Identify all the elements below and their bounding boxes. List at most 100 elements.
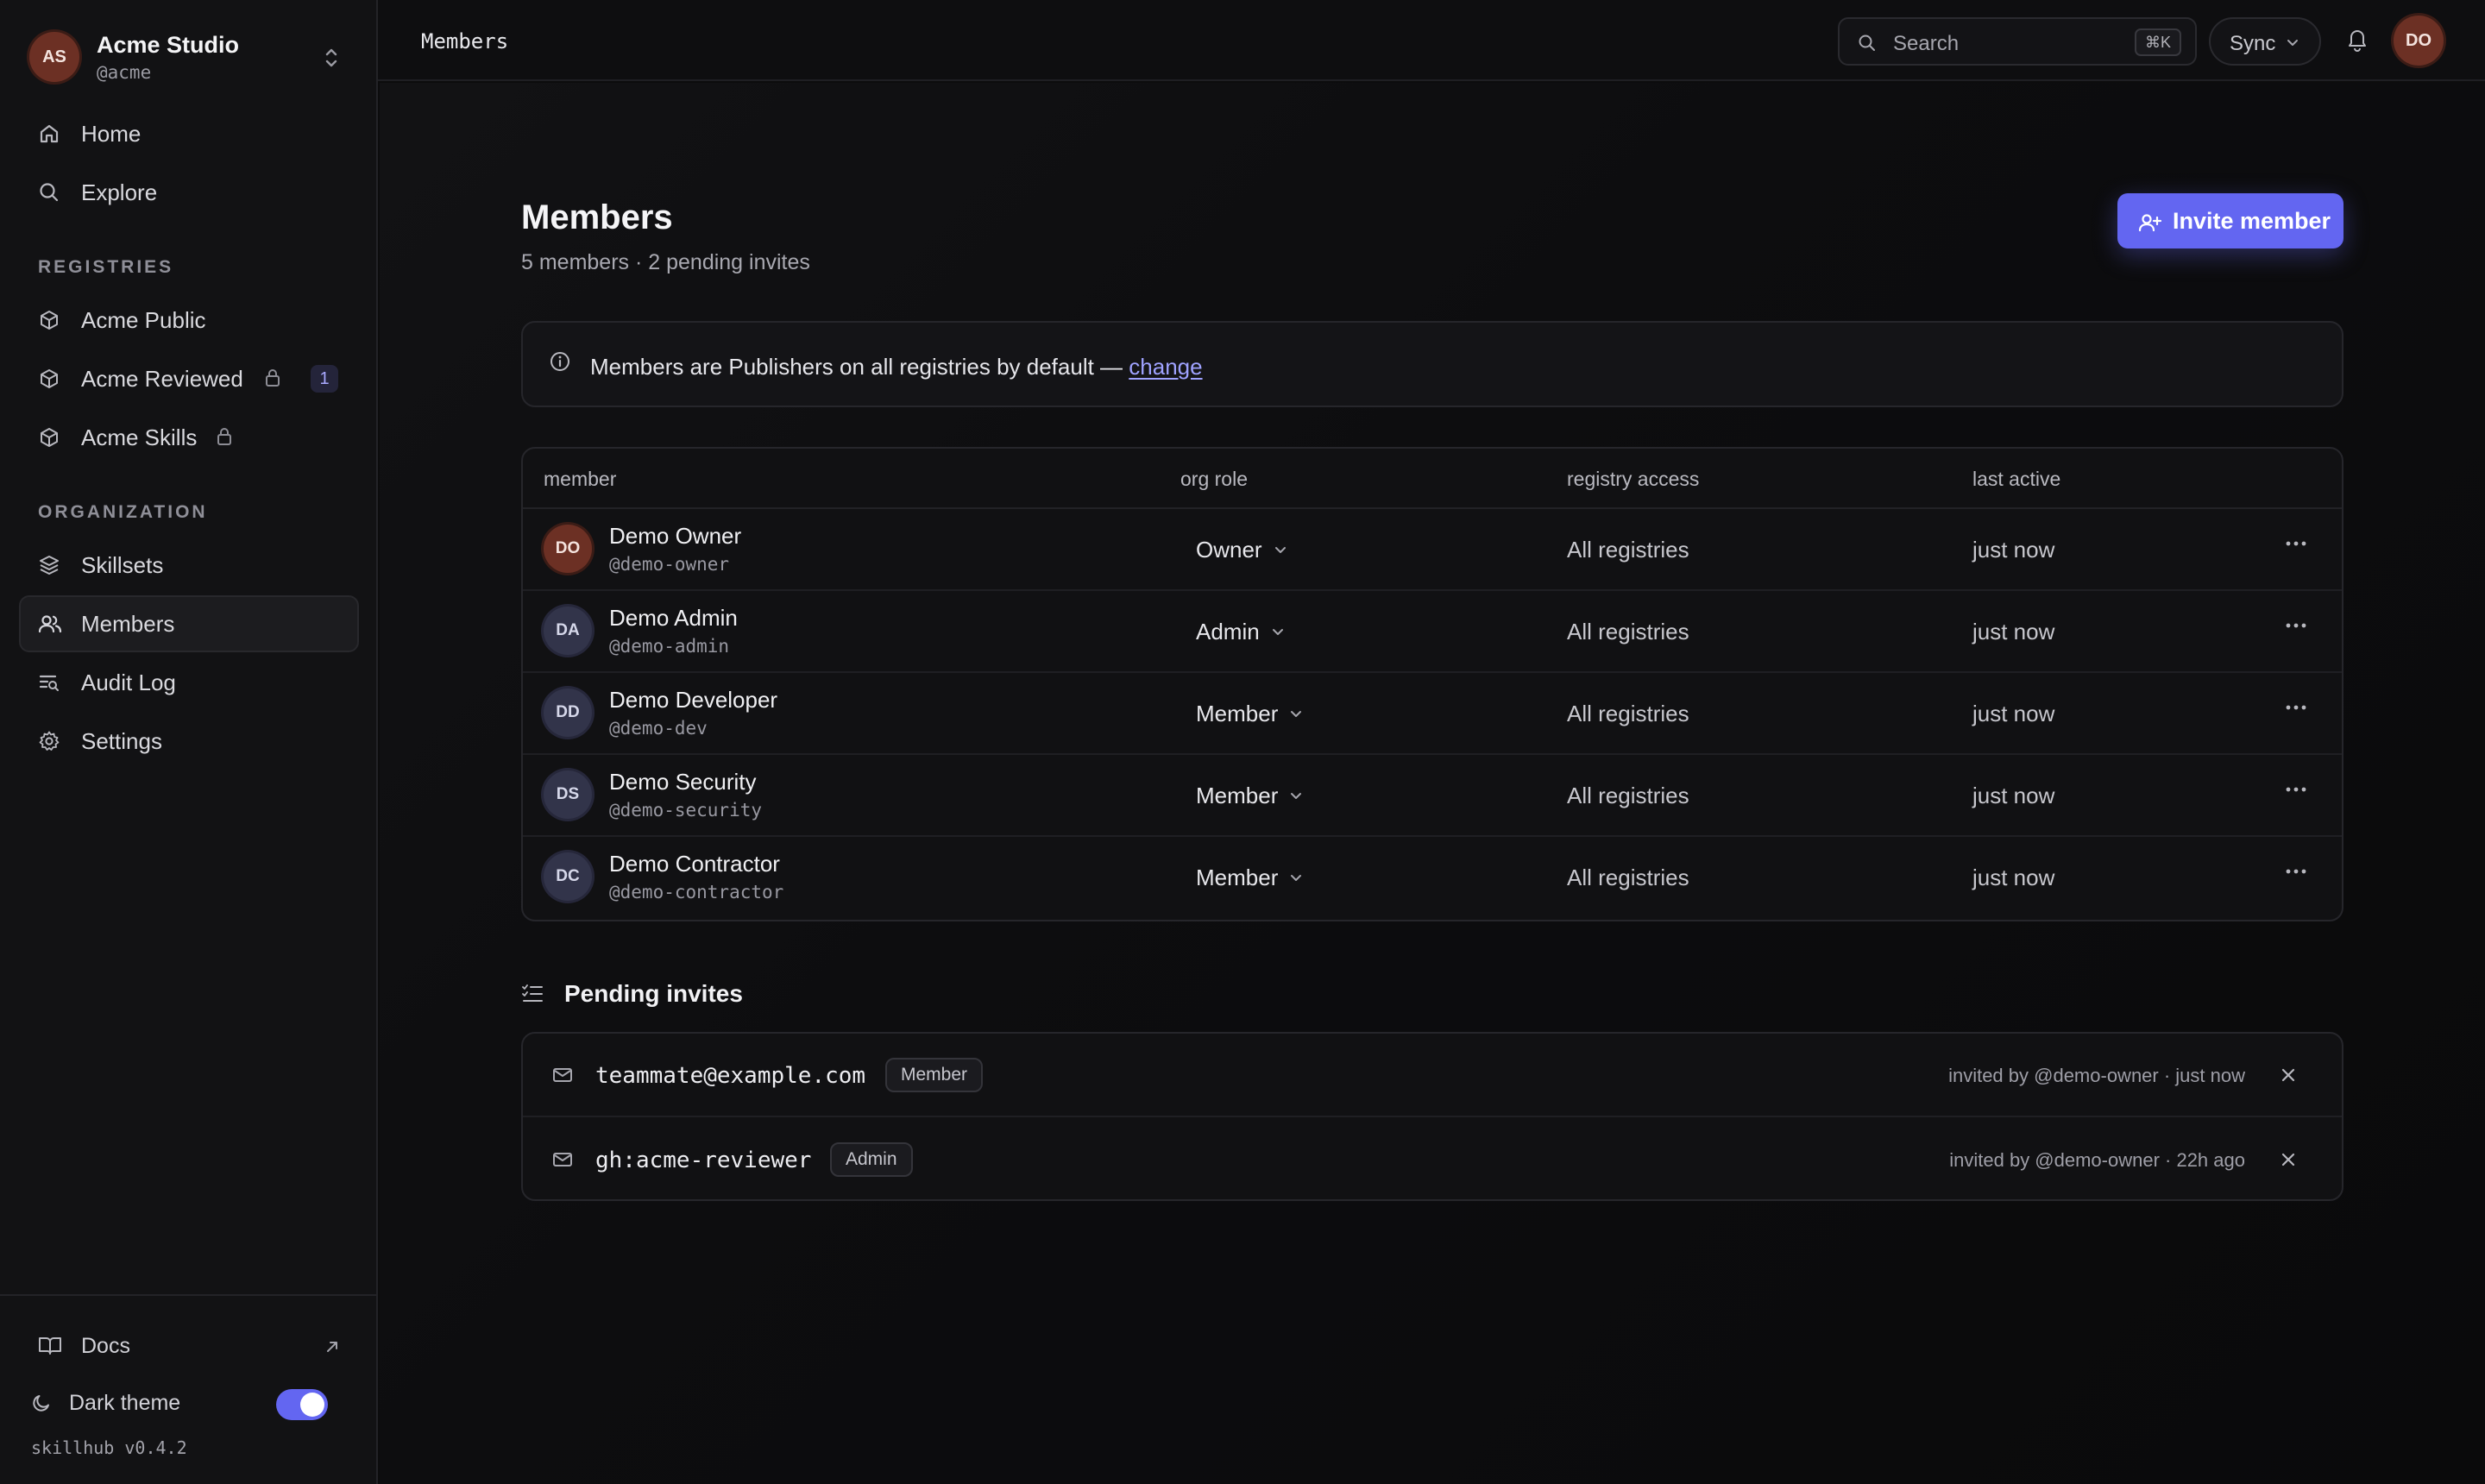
sidebar-item-label: Audit Log [81,669,176,695]
external-link-icon [324,1339,340,1355]
sidebar-item-home[interactable]: Home [19,105,359,162]
list-item: teammate@example.com Member invited by @… [523,1034,2342,1117]
more-actions-icon[interactable] [2285,704,2307,711]
sidebar-item-label: Settings [81,727,162,754]
sidebar-footer: Docs Dark theme skillhub v0.4.2 [0,1294,378,1484]
registry-access: All registries [1567,619,1689,645]
search-input[interactable]: Search ⌘K [1838,17,2197,66]
member-handle: @demo-owner [609,554,730,575]
role-select[interactable]: Member [1196,865,1304,891]
package-icon [38,368,60,390]
mail-icon [552,1151,573,1168]
member-avatar: DD [544,689,592,737]
role-value: Admin [1196,619,1260,645]
member-name: Demo Developer [609,687,778,713]
org-name: Acme Studio [97,31,240,58]
theme-label: Dark theme [69,1390,181,1415]
role-select[interactable]: Admin [1196,619,1286,645]
member-handle: @demo-admin [609,636,730,657]
mail-icon [552,1066,573,1084]
sidebar-item-label: Members [81,610,175,637]
member-avatar: DO [544,525,592,573]
docs-link[interactable]: Docs [19,1320,359,1372]
change-default-role-link[interactable]: change [1129,354,1202,380]
member-name: Demo Owner [609,523,742,549]
role-select[interactable]: Member [1196,701,1304,727]
list-item: gh:acme-reviewer Admin invited by @demo-… [523,1118,2342,1199]
bell-icon[interactable] [2345,26,2369,53]
notice-message: Members are Publishers on all registries… [590,354,1129,380]
role-badge: Admin [830,1142,913,1177]
sync-label: Sync [2230,32,2276,55]
sidebar-item-acme-skills[interactable]: Acme Skills [19,409,359,466]
section-label-organization: ORGANIZATION [38,502,208,522]
last-active: just now [1972,619,2055,645]
sidebar-item-label: Home [81,120,142,147]
notice-text: Members are Publishers on all registries… [590,354,1203,380]
more-actions-icon[interactable] [2285,786,2307,793]
home-icon [38,123,60,145]
chevron-down-icon [1291,710,1302,717]
user-avatar[interactable]: DO [2394,16,2444,66]
chevron-down-icon [1291,792,1302,799]
role-select[interactable]: Owner [1196,537,1288,563]
org-switcher[interactable]: AS Acme Studio @acme [19,19,359,95]
dark-theme-toggle[interactable] [276,1389,328,1420]
sync-button[interactable]: Sync [2209,17,2321,66]
org-avatar: AS [29,32,79,82]
invite-email: gh:acme-reviewer [595,1148,812,1173]
section-label-registries: REGISTRIES [38,257,174,277]
theme-row: Dark theme [19,1377,359,1429]
member-avatar: DA [544,607,592,655]
lock-icon [264,368,281,387]
more-actions-icon[interactable] [2285,868,2307,875]
layers-icon [38,554,60,576]
user-plus-icon [2138,212,2162,233]
column-header-access: registry access [1567,468,1700,490]
invite-member-label: Invite member [2173,208,2331,234]
member-avatar: DS [544,770,592,819]
chevron-down-icon [1272,628,1283,635]
role-select[interactable]: Member [1196,783,1304,809]
revoke-invite-close-icon[interactable] [2280,1066,2297,1084]
table-row: DS Demo Security @demo-security Member A… [523,755,2342,837]
search-icon [38,181,60,204]
member-name: Demo Contractor [609,851,780,877]
app-version: skillhub v0.4.2 [31,1437,187,1458]
sidebar-item-acme-reviewed[interactable]: Acme Reviewed 1 [19,350,359,407]
members-table: member org role registry access last act… [521,447,2343,921]
book-icon [38,1336,62,1356]
sidebar-item-members[interactable]: Members [19,595,359,652]
invite-meta: invited by @demo-owner · 22h ago [1949,1149,2245,1171]
sidebar-item-settings[interactable]: Settings [19,713,359,770]
sidebar-item-skillsets[interactable]: Skillsets [19,537,359,594]
page-title: Members [521,198,673,236]
docs-label: Docs [81,1333,130,1358]
role-value: Member [1196,865,1279,890]
package-icon [38,309,60,331]
audit-log-icon [38,671,60,694]
package-icon [38,426,60,449]
member-handle: @demo-security [609,800,763,821]
role-badge: Member [885,1058,984,1092]
sidebar-item-explore[interactable]: Explore [19,164,359,221]
chevron-down-icon [1274,546,1286,553]
registry-access: All registries [1567,783,1689,808]
sidebar-item-acme-public[interactable]: Acme Public [19,292,359,349]
chevron-up-down-icon [323,45,340,71]
column-header-role: org role [1180,468,1248,490]
sidebar-item-audit-log[interactable]: Audit Log [19,654,359,711]
sidebar: AS Acme Studio @acme Home Explore REGIST… [0,0,378,1484]
count-badge: 1 [311,365,338,393]
table-row: DA Demo Admin @demo-admin Admin All regi… [523,591,2342,673]
table-row: DD Demo Developer @demo-dev Member All r… [523,673,2342,755]
more-actions-icon[interactable] [2285,540,2307,547]
topbar: Members Search ⌘K Sync DO [378,0,2485,81]
revoke-invite-close-icon[interactable] [2280,1151,2297,1168]
invite-member-button[interactable]: Invite member [2117,193,2343,248]
member-name: Demo Admin [609,605,738,631]
more-actions-icon[interactable] [2285,622,2307,629]
role-value: Member [1196,701,1279,726]
breadcrumb: Members [421,29,509,53]
gear-icon [38,730,60,752]
